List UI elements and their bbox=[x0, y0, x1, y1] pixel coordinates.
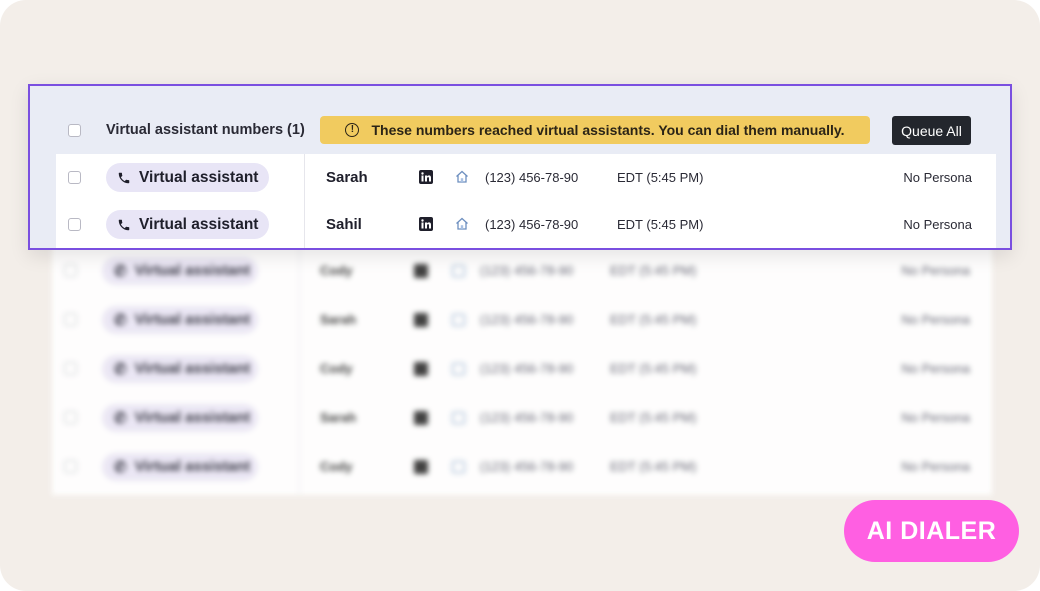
linkedin-icon[interactable] bbox=[419, 170, 433, 184]
virtual-assistant-card: Virtual assistant numbers (1) ! These nu… bbox=[28, 84, 1012, 250]
timezone: EDT (5:45 PM) bbox=[610, 263, 697, 278]
contact-name: Cody bbox=[320, 361, 353, 376]
type-label: Virtual assistant bbox=[134, 311, 251, 328]
timezone: EDT (5:45 PM) bbox=[617, 170, 704, 185]
canvas: ✆ Virtual assistant Cody (123) 456-78-90 … bbox=[0, 0, 1040, 591]
linkedin-icon bbox=[414, 410, 428, 425]
contact-name: Sarah bbox=[320, 410, 357, 425]
home-icon bbox=[452, 460, 465, 473]
blurred-row: ✆ Virtual assistant Cody (123) 456-78-90 … bbox=[52, 344, 992, 393]
contact-name: Cody bbox=[320, 459, 353, 474]
timezone: EDT (5:45 PM) bbox=[610, 459, 697, 474]
contact-name: Cody bbox=[320, 263, 353, 278]
persona: No Persona bbox=[903, 170, 972, 185]
timezone: EDT (5:45 PM) bbox=[610, 361, 697, 376]
home-icon[interactable] bbox=[455, 170, 469, 186]
row-checkbox bbox=[64, 264, 77, 277]
phone-icon bbox=[117, 218, 131, 232]
type-pill: ✆ Virtual assistant bbox=[102, 354, 258, 383]
persona: No Persona bbox=[901, 459, 970, 474]
row-checkbox bbox=[64, 313, 77, 326]
contact-rows: Virtual assistant Sarah (123) 456-78-90 … bbox=[56, 154, 996, 248]
ai-dialer-badge: AI DIALER bbox=[844, 500, 1019, 562]
type-pill: ✆ Virtual assistant bbox=[102, 256, 258, 285]
home-icon bbox=[452, 362, 465, 375]
type-label: Virtual assistant bbox=[134, 262, 251, 279]
blurred-row: ✆ Virtual assistant Sarah (123) 456-78-90… bbox=[52, 393, 992, 442]
phone-number: (123) 456-78-90 bbox=[480, 361, 574, 376]
timezone: EDT (5:45 PM) bbox=[610, 410, 697, 425]
type-label: Virtual assistant bbox=[139, 168, 259, 186]
row-checkbox[interactable] bbox=[68, 171, 81, 184]
phone-icon: ✆ bbox=[114, 360, 127, 378]
row-checkbox bbox=[64, 411, 77, 424]
queue-all-button[interactable]: Queue All bbox=[892, 116, 971, 145]
table-row[interactable]: Virtual assistant Sahil (123) 456-78-90 … bbox=[56, 201, 996, 248]
phone-number[interactable]: (123) 456-78-90 bbox=[485, 170, 578, 185]
linkedin-icon[interactable] bbox=[419, 217, 433, 231]
phone-number: (123) 456-78-90 bbox=[480, 263, 574, 278]
phone-icon: ✆ bbox=[114, 458, 127, 476]
phone-number: (123) 456-78-90 bbox=[480, 410, 574, 425]
persona: No Persona bbox=[901, 410, 970, 425]
linkedin-icon bbox=[414, 312, 428, 327]
phone-number: (123) 456-78-90 bbox=[480, 459, 574, 474]
linkedin-icon bbox=[414, 263, 428, 278]
table-row[interactable]: Virtual assistant Sarah (123) 456-78-90 … bbox=[56, 154, 996, 201]
row-checkbox[interactable] bbox=[68, 218, 81, 231]
type-label: Virtual assistant bbox=[134, 360, 251, 377]
blurred-row: ✆ Virtual assistant Cody (123) 456-78-90 … bbox=[52, 246, 992, 295]
phone-number[interactable]: (123) 456-78-90 bbox=[485, 217, 578, 232]
linkedin-icon bbox=[414, 361, 428, 376]
timezone: EDT (5:45 PM) bbox=[610, 312, 697, 327]
phone-icon: ✆ bbox=[114, 311, 127, 329]
contact-name: Sahil bbox=[326, 216, 362, 233]
phone-icon bbox=[117, 171, 131, 185]
phone-icon: ✆ bbox=[114, 409, 127, 427]
contact-name: Sarah bbox=[326, 169, 368, 186]
card-header: Virtual assistant numbers (1) ! These nu… bbox=[30, 86, 1010, 154]
warning-icon: ! bbox=[345, 123, 360, 137]
blurred-row: ✆ Virtual assistant Sarah (123) 456-78-90… bbox=[52, 295, 992, 344]
row-checkbox bbox=[64, 362, 77, 375]
type-pill: ✆ Virtual assistant bbox=[102, 403, 258, 432]
type-pill: ✆ Virtual assistant bbox=[102, 305, 258, 334]
persona: No Persona bbox=[901, 361, 970, 376]
contact-name: Sarah bbox=[320, 312, 357, 327]
linkedin-icon bbox=[414, 459, 428, 474]
blurred-row: ✆ Virtual assistant Cody (123) 456-78-90 … bbox=[52, 442, 992, 491]
home-icon bbox=[452, 264, 465, 277]
persona: No Persona bbox=[901, 263, 970, 278]
type-label: Virtual assistant bbox=[139, 215, 259, 233]
row-checkbox bbox=[64, 460, 77, 473]
warning-text: These numbers reached virtual assistants… bbox=[371, 122, 845, 138]
type-pill: Virtual assistant bbox=[106, 163, 270, 192]
type-label: Virtual assistant bbox=[134, 458, 251, 475]
phone-icon: ✆ bbox=[114, 262, 127, 280]
section-title: Virtual assistant numbers (1) bbox=[106, 122, 305, 138]
persona: No Persona bbox=[901, 312, 970, 327]
home-icon[interactable] bbox=[455, 217, 469, 233]
warning-banner: ! These numbers reached virtual assistan… bbox=[320, 116, 870, 144]
type-label: Virtual assistant bbox=[134, 409, 251, 426]
type-pill: Virtual assistant bbox=[106, 210, 270, 239]
persona: No Persona bbox=[903, 217, 972, 232]
select-all-checkbox[interactable] bbox=[68, 124, 81, 137]
type-pill: ✆ Virtual assistant bbox=[102, 452, 258, 481]
home-icon bbox=[452, 313, 465, 326]
home-icon bbox=[452, 411, 465, 424]
timezone: EDT (5:45 PM) bbox=[617, 217, 704, 232]
phone-number: (123) 456-78-90 bbox=[480, 312, 574, 327]
